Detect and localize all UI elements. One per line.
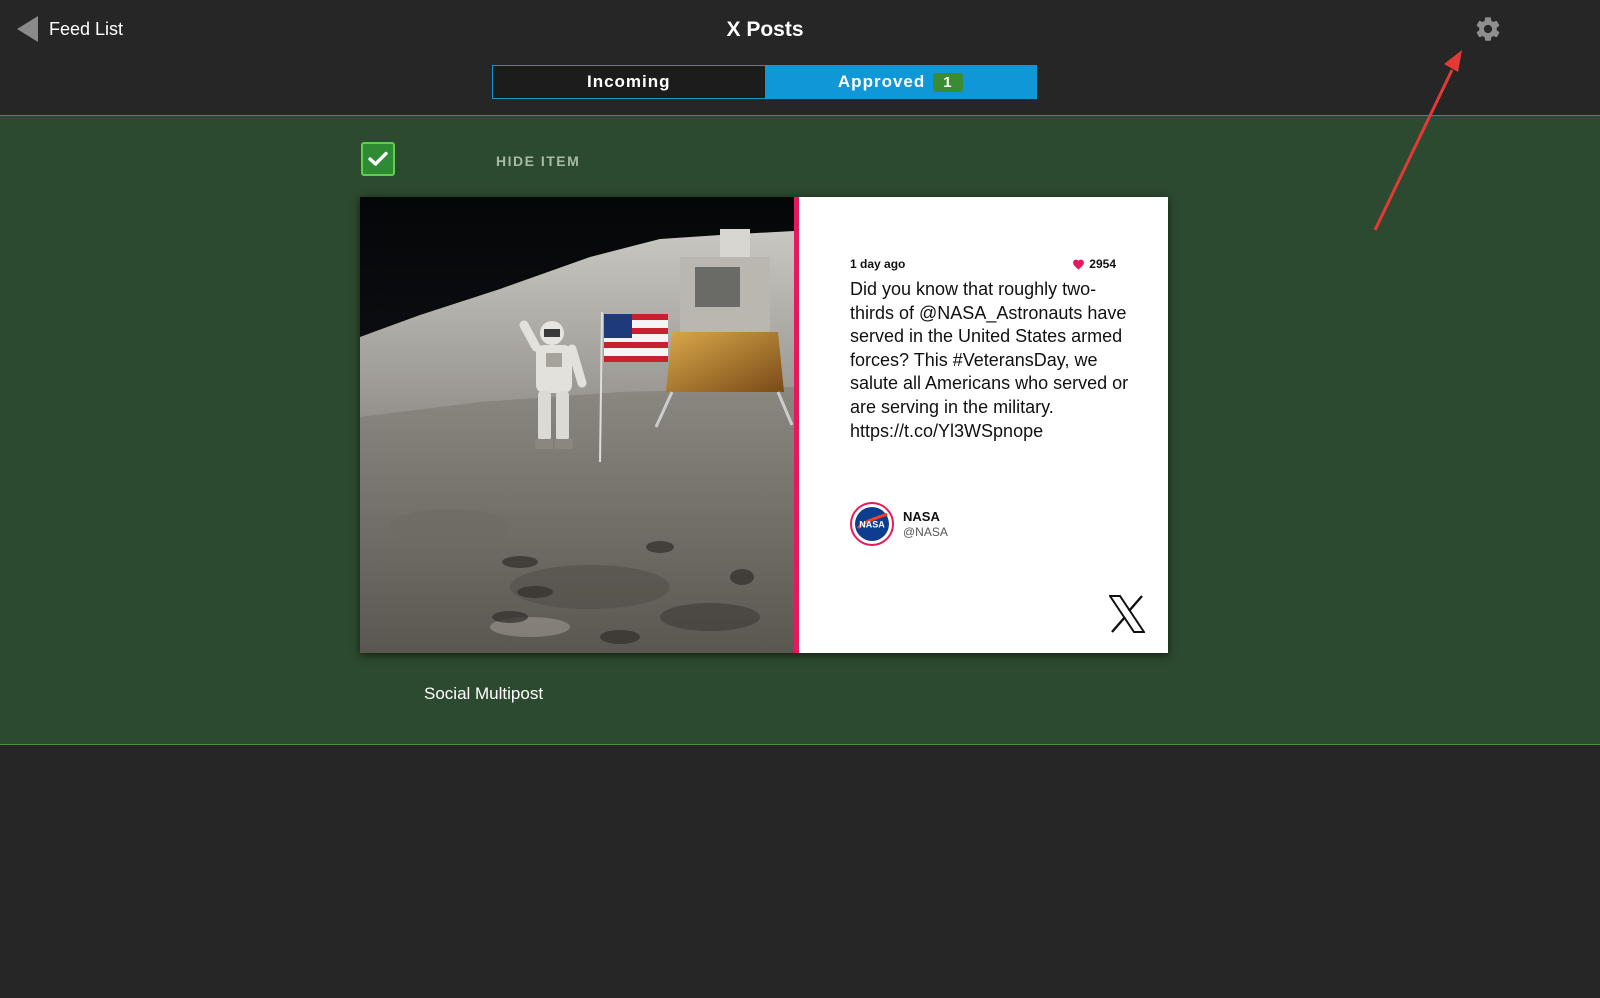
post-photo — [360, 197, 794, 653]
x-logo-icon — [1109, 595, 1145, 633]
post-meta: 1 day ago 2954 — [850, 257, 1116, 271]
gear-icon[interactable] — [1474, 15, 1502, 43]
approved-item-panel: HIDE ITEM 1 day ago 2954 Did you know th… — [0, 116, 1600, 745]
post-likes: 2954 — [1072, 257, 1116, 271]
tab-approved-label: Approved — [837, 72, 926, 91]
hide-item-button[interactable]: HIDE ITEM — [496, 153, 580, 169]
feed-tabs: Incoming Approved 1 — [492, 65, 1037, 99]
avatar: NASA — [850, 502, 894, 546]
page-title: X Posts — [726, 18, 804, 41]
item-caption: Social Multipost — [424, 684, 544, 703]
post-text: Did you know that roughly two-thirds of … — [850, 279, 1129, 441]
item-checkbox[interactable] — [361, 142, 395, 176]
post-time: 1 day ago — [850, 257, 906, 271]
likes-count: 2954 — [1089, 257, 1116, 271]
author-handle: @NASA — [903, 525, 948, 539]
approved-count-badge: 1 — [933, 72, 963, 92]
post-card[interactable]: 1 day ago 2954 Did you know that roughly… — [360, 197, 1168, 653]
tab-approved[interactable]: Approved 1 — [764, 66, 1036, 98]
heart-icon — [1073, 259, 1085, 270]
tab-incoming[interactable]: Incoming — [493, 66, 765, 98]
author-name: NASA — [903, 509, 940, 524]
top-bar: Feed List X Posts Incoming Approved 1 — [0, 0, 1600, 116]
nasa-logo-icon: NASA — [855, 507, 889, 541]
post-author: NASA NASA @NASA — [850, 502, 948, 546]
tab-incoming-label: Incoming — [586, 72, 671, 91]
avatar-text: NASA — [859, 520, 885, 530]
card-divider — [794, 197, 799, 653]
checkmark-icon — [368, 151, 388, 166]
